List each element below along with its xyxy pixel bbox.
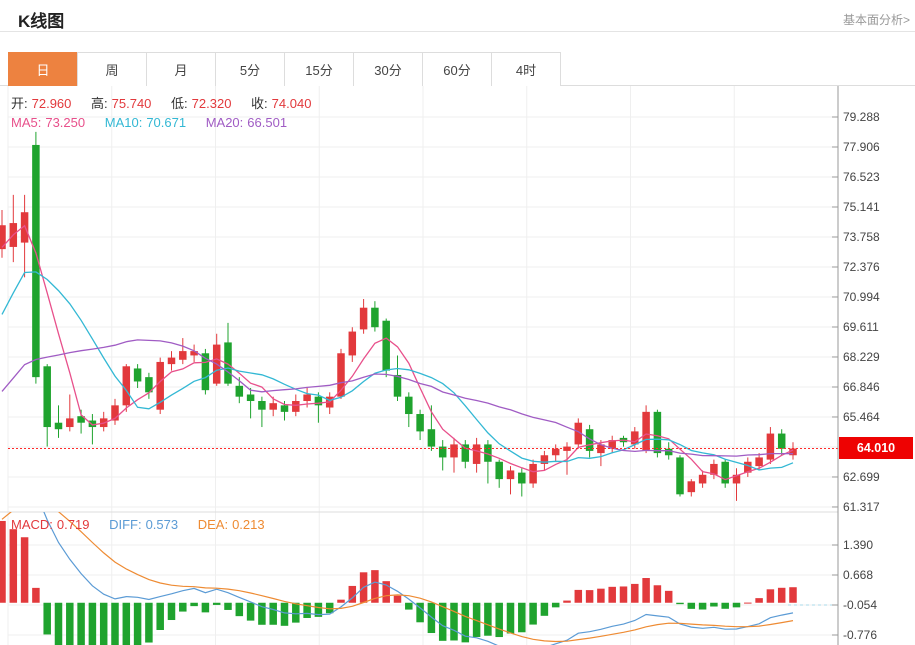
svg-text:77.906: 77.906 <box>843 140 880 154</box>
candlestick-chart[interactable]: 79.288 77.906 76.523 75.141 73.758 72.376 70.9… <box>0 86 915 645</box>
page-title: K线图 <box>18 7 64 32</box>
svg-text:73.758: 73.758 <box>843 230 880 244</box>
tab-week[interactable]: 周 <box>77 52 147 86</box>
tab-5min[interactable]: 5分 <box>215 52 285 86</box>
tab-4hour[interactable]: 4时 <box>491 52 561 86</box>
tab-day[interactable]: 日 <box>8 52 78 86</box>
interval-tabbar: 日 周 月 5分 15分 30分 60分 4时 <box>0 52 915 86</box>
svg-text:76.523: 76.523 <box>843 170 880 184</box>
tab-15min[interactable]: 15分 <box>284 52 354 86</box>
tab-60min[interactable]: 60分 <box>422 52 492 86</box>
tab-month[interactable]: 月 <box>146 52 216 86</box>
svg-text:-0.776: -0.776 <box>843 628 877 642</box>
svg-text:66.846: 66.846 <box>843 380 880 394</box>
svg-text:62.699: 62.699 <box>843 470 880 484</box>
chart-area: 79.288 77.906 76.523 75.141 73.758 72.376 70.9… <box>0 86 915 645</box>
svg-text:0.668: 0.668 <box>843 568 873 582</box>
svg-text:-0.054: -0.054 <box>843 598 877 612</box>
svg-text:1.390: 1.390 <box>843 538 873 552</box>
tab-30min[interactable]: 30分 <box>353 52 423 86</box>
svg-text:72.376: 72.376 <box>843 260 880 274</box>
svg-text:69.611: 69.611 <box>843 320 879 334</box>
svg-text:65.464: 65.464 <box>843 410 880 424</box>
svg-text:68.229: 68.229 <box>843 350 880 364</box>
svg-text:61.317: 61.317 <box>843 500 880 514</box>
svg-text:75.141: 75.141 <box>843 200 880 214</box>
svg-text:79.288: 79.288 <box>843 110 880 124</box>
current-price-tag: 64.010 <box>839 437 913 459</box>
svg-text:70.994: 70.994 <box>843 290 880 304</box>
fundamental-analysis-link[interactable]: 基本面分析> <box>843 11 910 28</box>
page-header: K线图 基本面分析> <box>0 0 915 32</box>
